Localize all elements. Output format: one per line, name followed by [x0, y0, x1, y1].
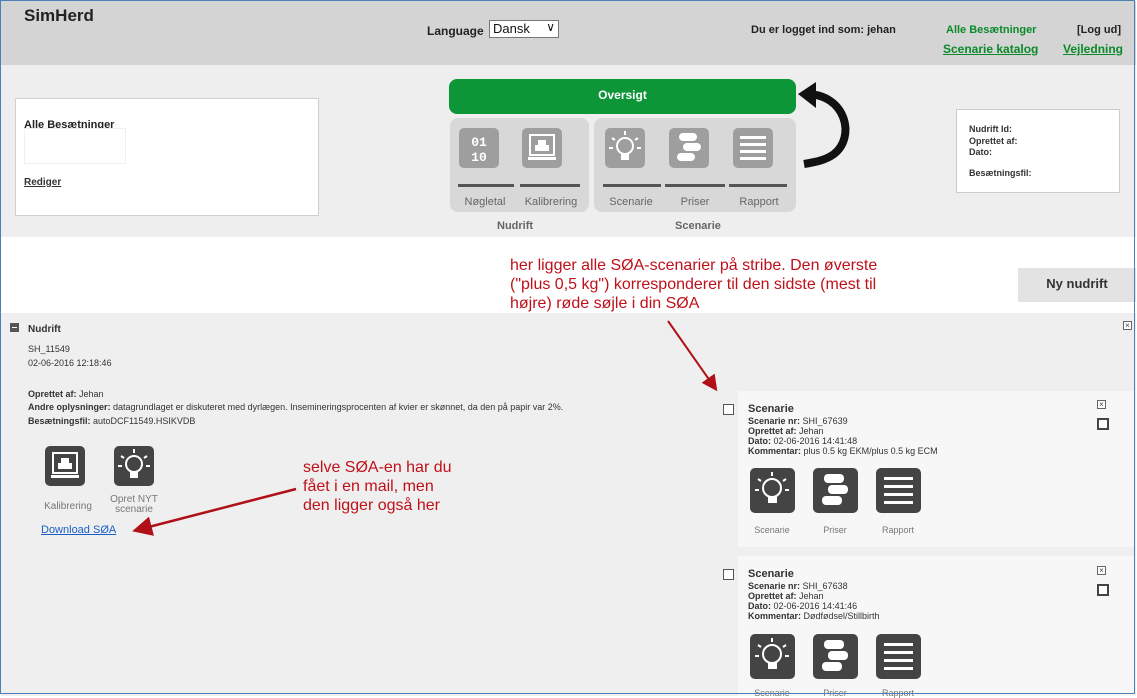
annotation-arrow	[667, 320, 718, 392]
annotation-arrow	[132, 487, 297, 536]
annotation-arrows	[132, 320, 718, 536]
